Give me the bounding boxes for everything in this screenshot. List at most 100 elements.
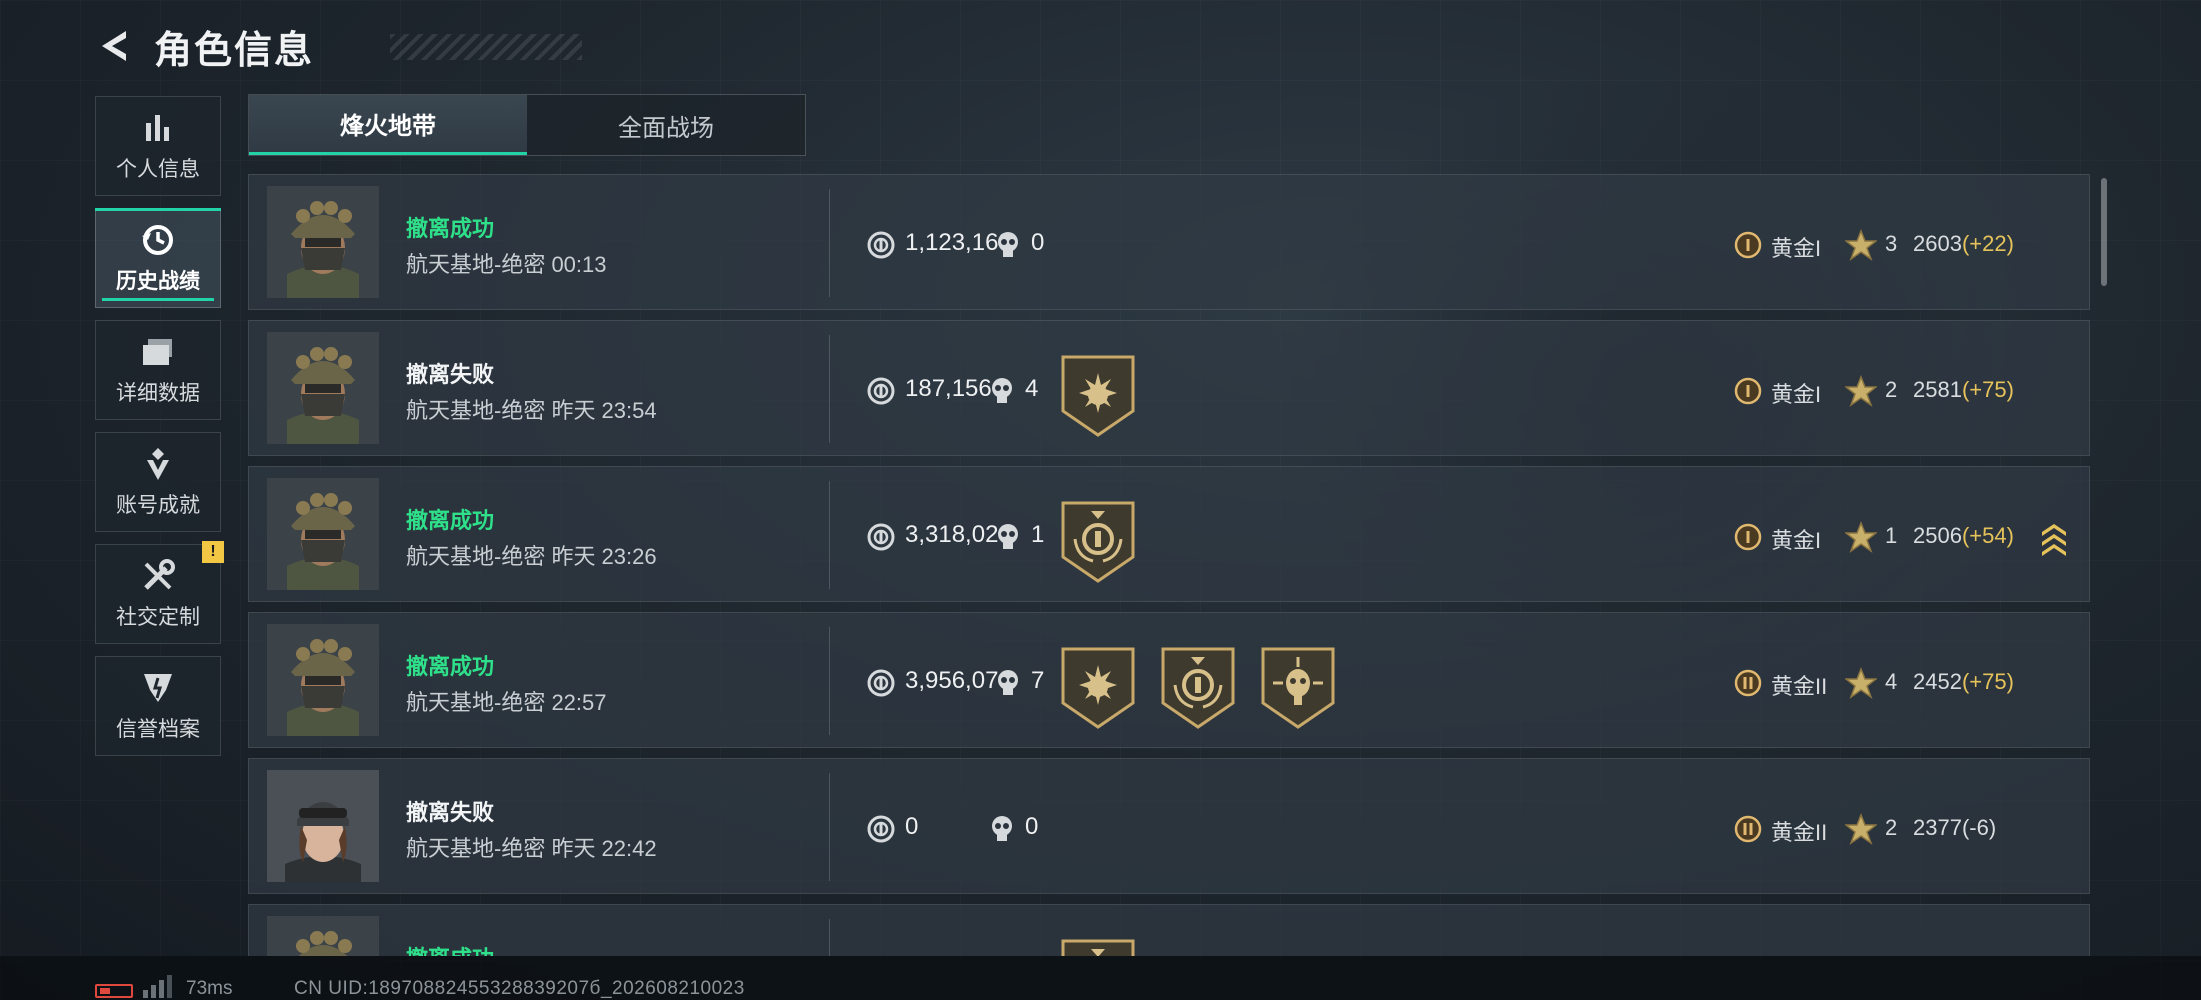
operator-avatar [267,478,379,590]
match-record-row[interactable]: 撤离成功 航天基地-绝密 昨天 23:26 3,318,024 1 黄金I 1 2506(+… [248,466,2090,602]
laurel-coin-medal [1061,501,1135,583]
operator-avatar [267,186,379,298]
rank-name: 黄金I [1771,382,1822,407]
rank-name: 黄金I [1771,528,1822,553]
sidebar-item-label: 账号成就 [116,494,200,517]
extraction-status: 撤离失败 [406,362,495,387]
match-history-list[interactable]: 撤离成功 航天基地-绝密 00:13 1,123,168 0 黄金I 3 2603(+22)… [248,174,2090,956]
skull-icon [998,232,1018,257]
currency-coin-icon [867,523,895,551]
sidebar-item-social-custom[interactable]: 社交定制 ! [95,541,224,644]
rank-up-chevrons-icon [2042,524,2066,556]
row-divider [829,481,830,589]
star-icon [1845,375,1877,407]
map-and-time: 航天基地-绝密 昨天 23:54 [406,398,657,423]
extraction-status: 撤离成功 [406,508,495,533]
star-count: 2 [1885,815,1898,840]
operator-avatar [267,332,379,444]
star-count: 1 [1885,523,1898,548]
target-skull-medal [1261,647,1335,729]
rank-score: 2581(+75) [1913,377,2014,403]
rank-score: 2377(-6) [1913,815,1996,841]
operator-avatar [267,624,379,736]
star-icon [1845,229,1877,261]
match-record-row[interactable]: 撤离成功 航天基地-绝密 00:13 1,123,168 0 黄金I 3 2603(+22) [248,174,2090,310]
sun-emblem-medal [1061,647,1135,729]
sidebar-item-label: 详细数据 [116,382,200,405]
list-scrollbar[interactable] [2101,178,2107,286]
rank-score: 2452(+75) [1913,669,2014,695]
score-delta: (+22) [1961,231,2014,256]
currency-coin-icon [867,815,895,843]
match-record-row[interactable]: 撤离成功 航天基地-绝密 22:57 3,956,076 7 黄金II 4 2452(+75… [248,612,2090,748]
bar-chart-icon [139,109,177,147]
rank-tier-icon [1734,815,1762,843]
laurel-coin-medal [1061,939,1135,956]
sidebar-item-label: 信誉档案 [116,718,200,741]
operator-avatar [267,916,379,956]
match-record-row[interactable]: 撤离失败 航天基地-绝密 昨天 23:54 187,156 4 黄金I 2 2581(+75… [248,320,2090,456]
kill-count: 1 [1031,521,1045,548]
score-delta: (+54) [1961,523,2014,548]
row-divider [829,919,830,956]
sidebar-item-credit[interactable]: 信誉档案 [95,656,221,756]
signal-icon [143,975,172,998]
extraction-status: 撤离成功 [406,941,494,956]
credit-shield-icon [139,669,177,707]
map-and-time: 航天基地-绝密 昨天 22:42 [406,836,657,861]
page-header: 角色信息 [90,18,582,74]
operator-helmet-avatar [267,478,379,590]
star-icon [1845,813,1877,845]
row-divider [829,773,830,881]
uid-text: CN UID:18970882455328839207б_20260821002… [294,978,745,999]
sidebar-item-achievements[interactable]: 账号成就 [95,432,221,532]
ping-text: 73ms [186,978,233,999]
back-arrow-icon [102,31,126,61]
rank-tier-icon [1734,523,1762,551]
kill-count: 7 [1031,667,1045,694]
skull-icon [998,670,1018,695]
page-title: 角色信息 [154,29,315,72]
star-count: 3 [1885,231,1898,256]
currency-coin-icon [867,231,895,259]
map-and-time: 航天基地-绝密 昨天 23:26 [406,544,657,569]
female-operator-avatar [267,770,379,882]
history-clock-icon [139,221,177,259]
score-delta: (+75) [1961,669,2014,694]
mode-tabs: 烽火地带 全面战场 [248,94,806,156]
sidebar-item-label: 历史战绩 [116,270,200,293]
rank-score: 2603(+22) [1913,231,2014,257]
score-delta: (-6) [1961,815,1997,840]
title-decoration [390,34,582,60]
operator-helmet-avatar [267,186,379,298]
match-record-row[interactable]: 撤离失败 航天基地-绝密 昨天 22:42 0 0 黄金II 2 2377(-6) [248,758,2090,894]
rank-tier-icon [1734,231,1762,259]
currency-coin-icon [867,377,895,405]
rank-tier-icon [1734,669,1762,697]
star-icon [1845,521,1877,553]
sidebar-item-detail-data[interactable]: 详细数据 [95,320,221,420]
wrench-screwdriver-icon [139,557,177,595]
laurel-coin-medal [1161,647,1235,729]
folders-icon [139,333,177,371]
operator-helmet-avatar [267,624,379,736]
notification-badge: ! [202,541,224,563]
map-and-time: 航天基地-绝密 00:13 [406,252,607,277]
tab-full-battlefield[interactable]: 全面战场 [527,95,805,155]
score-value: 2506 [1913,523,1962,548]
sun-emblem-medal [1061,355,1135,437]
back-button[interactable] [90,21,140,71]
operator-helmet-avatar [267,916,379,956]
match-record-row[interactable]: 撤离成功2,224,2782黄金II32283(+75) [248,904,2090,956]
skull-icon [998,524,1018,549]
sidebar: 个人信息 历史战绩 详细数据 账号成就 社交定制 ! 信誉档案 [95,96,224,768]
sidebar-item-history[interactable]: 历史战绩 [95,208,221,308]
sidebar-item-personal-info[interactable]: 个人信息 [95,96,221,196]
kill-count: 4 [1025,375,1039,402]
extraction-status: 撤离成功 [406,216,495,241]
battery-icon [95,984,133,998]
score-value: 2603 [1913,231,1962,256]
tab-warzone-extraction[interactable]: 烽火地带 [249,95,527,155]
rank-name: 黄金II [1771,674,1828,699]
row-divider [829,189,830,297]
